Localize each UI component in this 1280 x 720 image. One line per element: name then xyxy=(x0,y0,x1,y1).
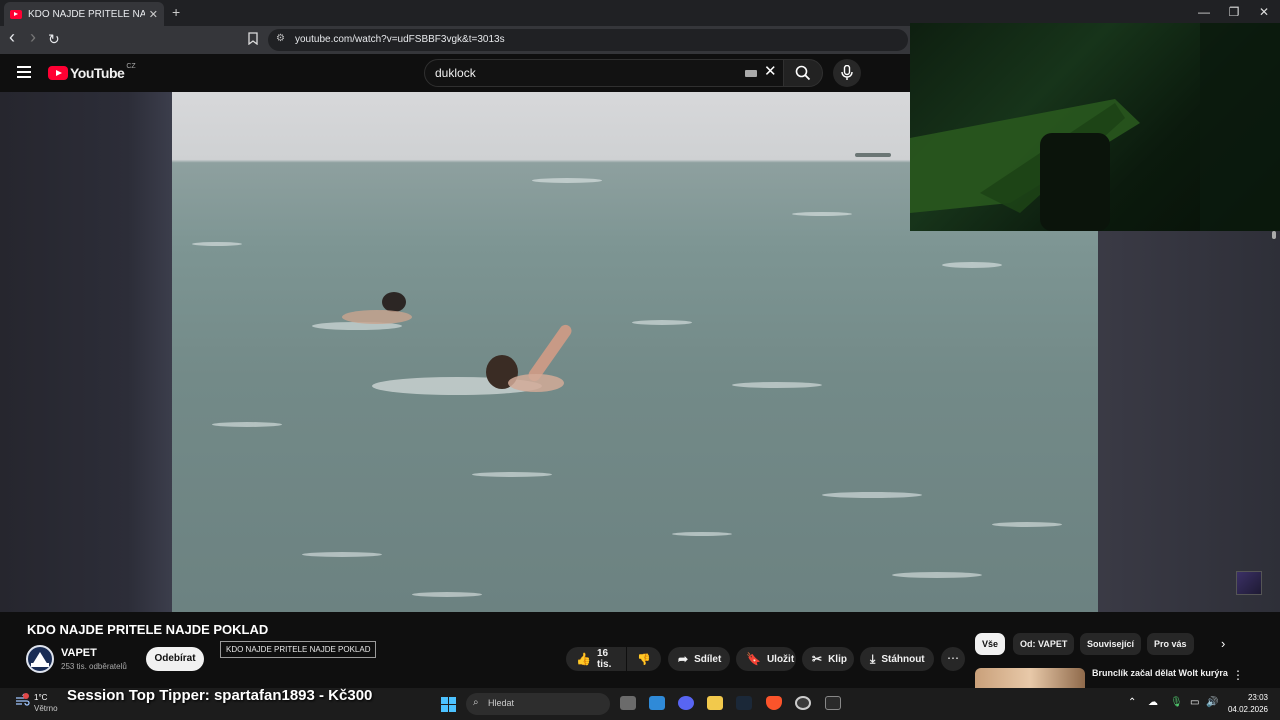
scrollbar-thumb[interactable] xyxy=(1272,231,1276,239)
url-text: youtube.com/watch?v=udFSBBF3vgk&t=3013s xyxy=(295,34,505,45)
back-button[interactable]: ‹ xyxy=(9,27,15,48)
download-label: Stáhnout xyxy=(881,653,925,665)
subscribe-button[interactable]: Odebírat xyxy=(146,647,204,671)
hamburger-menu-icon[interactable] xyxy=(17,66,31,78)
scissors-icon: ✂ xyxy=(812,652,823,666)
logo-wordmark: YouTube xyxy=(70,65,125,81)
recommended-video-title[interactable]: Brunclík začal dělat Wolt kurýra xyxy=(1092,668,1228,678)
country-code: CZ xyxy=(126,62,136,70)
microphone-icon xyxy=(841,65,853,80)
share-icon: ➦ xyxy=(678,652,689,666)
chevron-right-icon[interactable]: › xyxy=(1221,636,1225,651)
microphone-tray-icon[interactable]: 🎙 xyxy=(1170,697,1183,708)
search-icon xyxy=(795,65,811,81)
volume-icon[interactable]: 🔊 xyxy=(1206,697,1218,708)
site-info-icon[interactable]: ⚙ xyxy=(276,33,285,44)
steam-icon[interactable] xyxy=(736,696,752,710)
like-count: 16 tis. xyxy=(596,648,612,670)
file-explorer-icon[interactable] xyxy=(707,696,723,710)
chip-related[interactable]: Související xyxy=(1080,633,1142,655)
tray-chevron-up-icon[interactable]: ⌃ xyxy=(1128,697,1136,708)
channel-name[interactable]: VAPET xyxy=(61,647,97,659)
taskbar-date[interactable]: 04.02.2026 xyxy=(1222,705,1268,714)
youtube-logo[interactable]: YouTube CZ xyxy=(48,62,136,81)
swimmer-head xyxy=(382,292,406,312)
browser-tab[interactable]: KDO NAJDE PRITELE NAJDE P ✕ xyxy=(4,2,164,26)
close-window-button[interactable]: ✕ xyxy=(1254,5,1274,19)
taskbar-search-input[interactable]: ⌕ Hledat xyxy=(466,693,610,715)
like-button[interactable]: 👍 16 tis. xyxy=(566,647,626,671)
chip-from-channel[interactable]: Od: VAPET xyxy=(1013,633,1075,655)
dislike-button[interactable]: 👎 xyxy=(627,647,661,671)
tab-close-icon[interactable]: ✕ xyxy=(149,8,158,21)
swimmer-body xyxy=(342,310,412,324)
video-title: KDO NAJDE PRITELE NAJDE POKLAD xyxy=(27,622,269,637)
more-actions-button[interactable]: ⋯ xyxy=(941,647,965,671)
forward-button[interactable]: › xyxy=(30,27,36,48)
chip-for-you[interactable]: Pro vás xyxy=(1147,633,1194,655)
tab-title: KDO NAJDE PRITELE NAJDE P xyxy=(28,8,145,20)
reload-button[interactable]: ↻ xyxy=(48,31,60,48)
taskbar-clock[interactable]: 23:03 xyxy=(1228,693,1268,702)
obs-icon[interactable] xyxy=(795,696,811,710)
search-input[interactable]: duklock xyxy=(424,59,786,87)
save-button[interactable]: 🔖 Uložit xyxy=(736,647,796,671)
cloud-icon[interactable]: ☁ xyxy=(1148,697,1158,708)
channel-watermark-icon[interactable] xyxy=(1236,571,1262,595)
subscriber-count: 253 tis. odběratelů xyxy=(61,662,127,671)
widgets-icon[interactable] xyxy=(649,696,665,710)
weather-description: Větrno xyxy=(34,704,58,713)
taskbar-search-placeholder: Hledat xyxy=(488,698,515,708)
recommendation-menu-icon[interactable]: ⋮ xyxy=(1232,668,1244,682)
task-view-icon[interactable] xyxy=(620,696,636,710)
youtube-favicon-icon xyxy=(10,9,22,19)
download-icon: ⤓ xyxy=(870,651,876,666)
discord-icon[interactable] xyxy=(678,696,694,710)
bookmark-icon[interactable] xyxy=(248,32,258,48)
keyboard-icon[interactable] xyxy=(745,70,757,77)
search-button[interactable] xyxy=(783,59,823,87)
epic-games-icon[interactable] xyxy=(825,696,841,710)
webcam-overlay xyxy=(910,23,1280,231)
recommended-video-thumbnail[interactable] xyxy=(975,668,1085,688)
chip-all[interactable]: Vše xyxy=(975,633,1006,655)
clear-search-icon[interactable]: ✕ xyxy=(764,62,777,80)
youtube-play-logo-icon xyxy=(48,66,68,80)
new-tab-button[interactable]: + xyxy=(172,4,180,20)
thumbs-down-icon: 👎 xyxy=(637,653,651,666)
distant-ship xyxy=(855,153,891,157)
url-bar[interactable]: ⚙ youtube.com/watch?v=udFSBBF3vgk&t=3013… xyxy=(268,29,908,51)
download-button[interactable]: ⤓ Stáhnout xyxy=(860,647,934,671)
share-button[interactable]: ➦ Sdílet xyxy=(668,647,730,671)
voice-search-button[interactable] xyxy=(833,59,861,87)
clip-button[interactable]: ✂ Klip xyxy=(802,647,854,671)
windows-start-icon[interactable] xyxy=(441,697,456,712)
thumbs-up-icon: 👍 xyxy=(576,652,591,666)
title-tooltip: KDO NAJDE PRITELE NAJDE POKLAD xyxy=(220,641,377,658)
maximize-button[interactable]: ❐ xyxy=(1224,5,1244,19)
clip-label: Klip xyxy=(828,653,847,665)
swimmer-body xyxy=(508,374,564,392)
temperature: 1°C xyxy=(34,693,48,702)
save-label: Uložit xyxy=(766,653,795,665)
channel-avatar[interactable] xyxy=(26,645,54,673)
channel-logo-icon xyxy=(31,652,49,667)
display-icon[interactable]: ▭ xyxy=(1190,697,1199,708)
webcam-scene xyxy=(910,23,1280,231)
bookmark-save-icon: 🔖 xyxy=(746,652,761,666)
search-icon: ⌕ xyxy=(473,697,479,708)
weather-icon[interactable] xyxy=(14,692,30,708)
stream-tipper-overlay: Session Top Tipper: spartafan1893 - Kč30… xyxy=(67,687,373,704)
share-label: Sdílet xyxy=(694,653,722,665)
minimize-button[interactable]: — xyxy=(1194,5,1214,19)
